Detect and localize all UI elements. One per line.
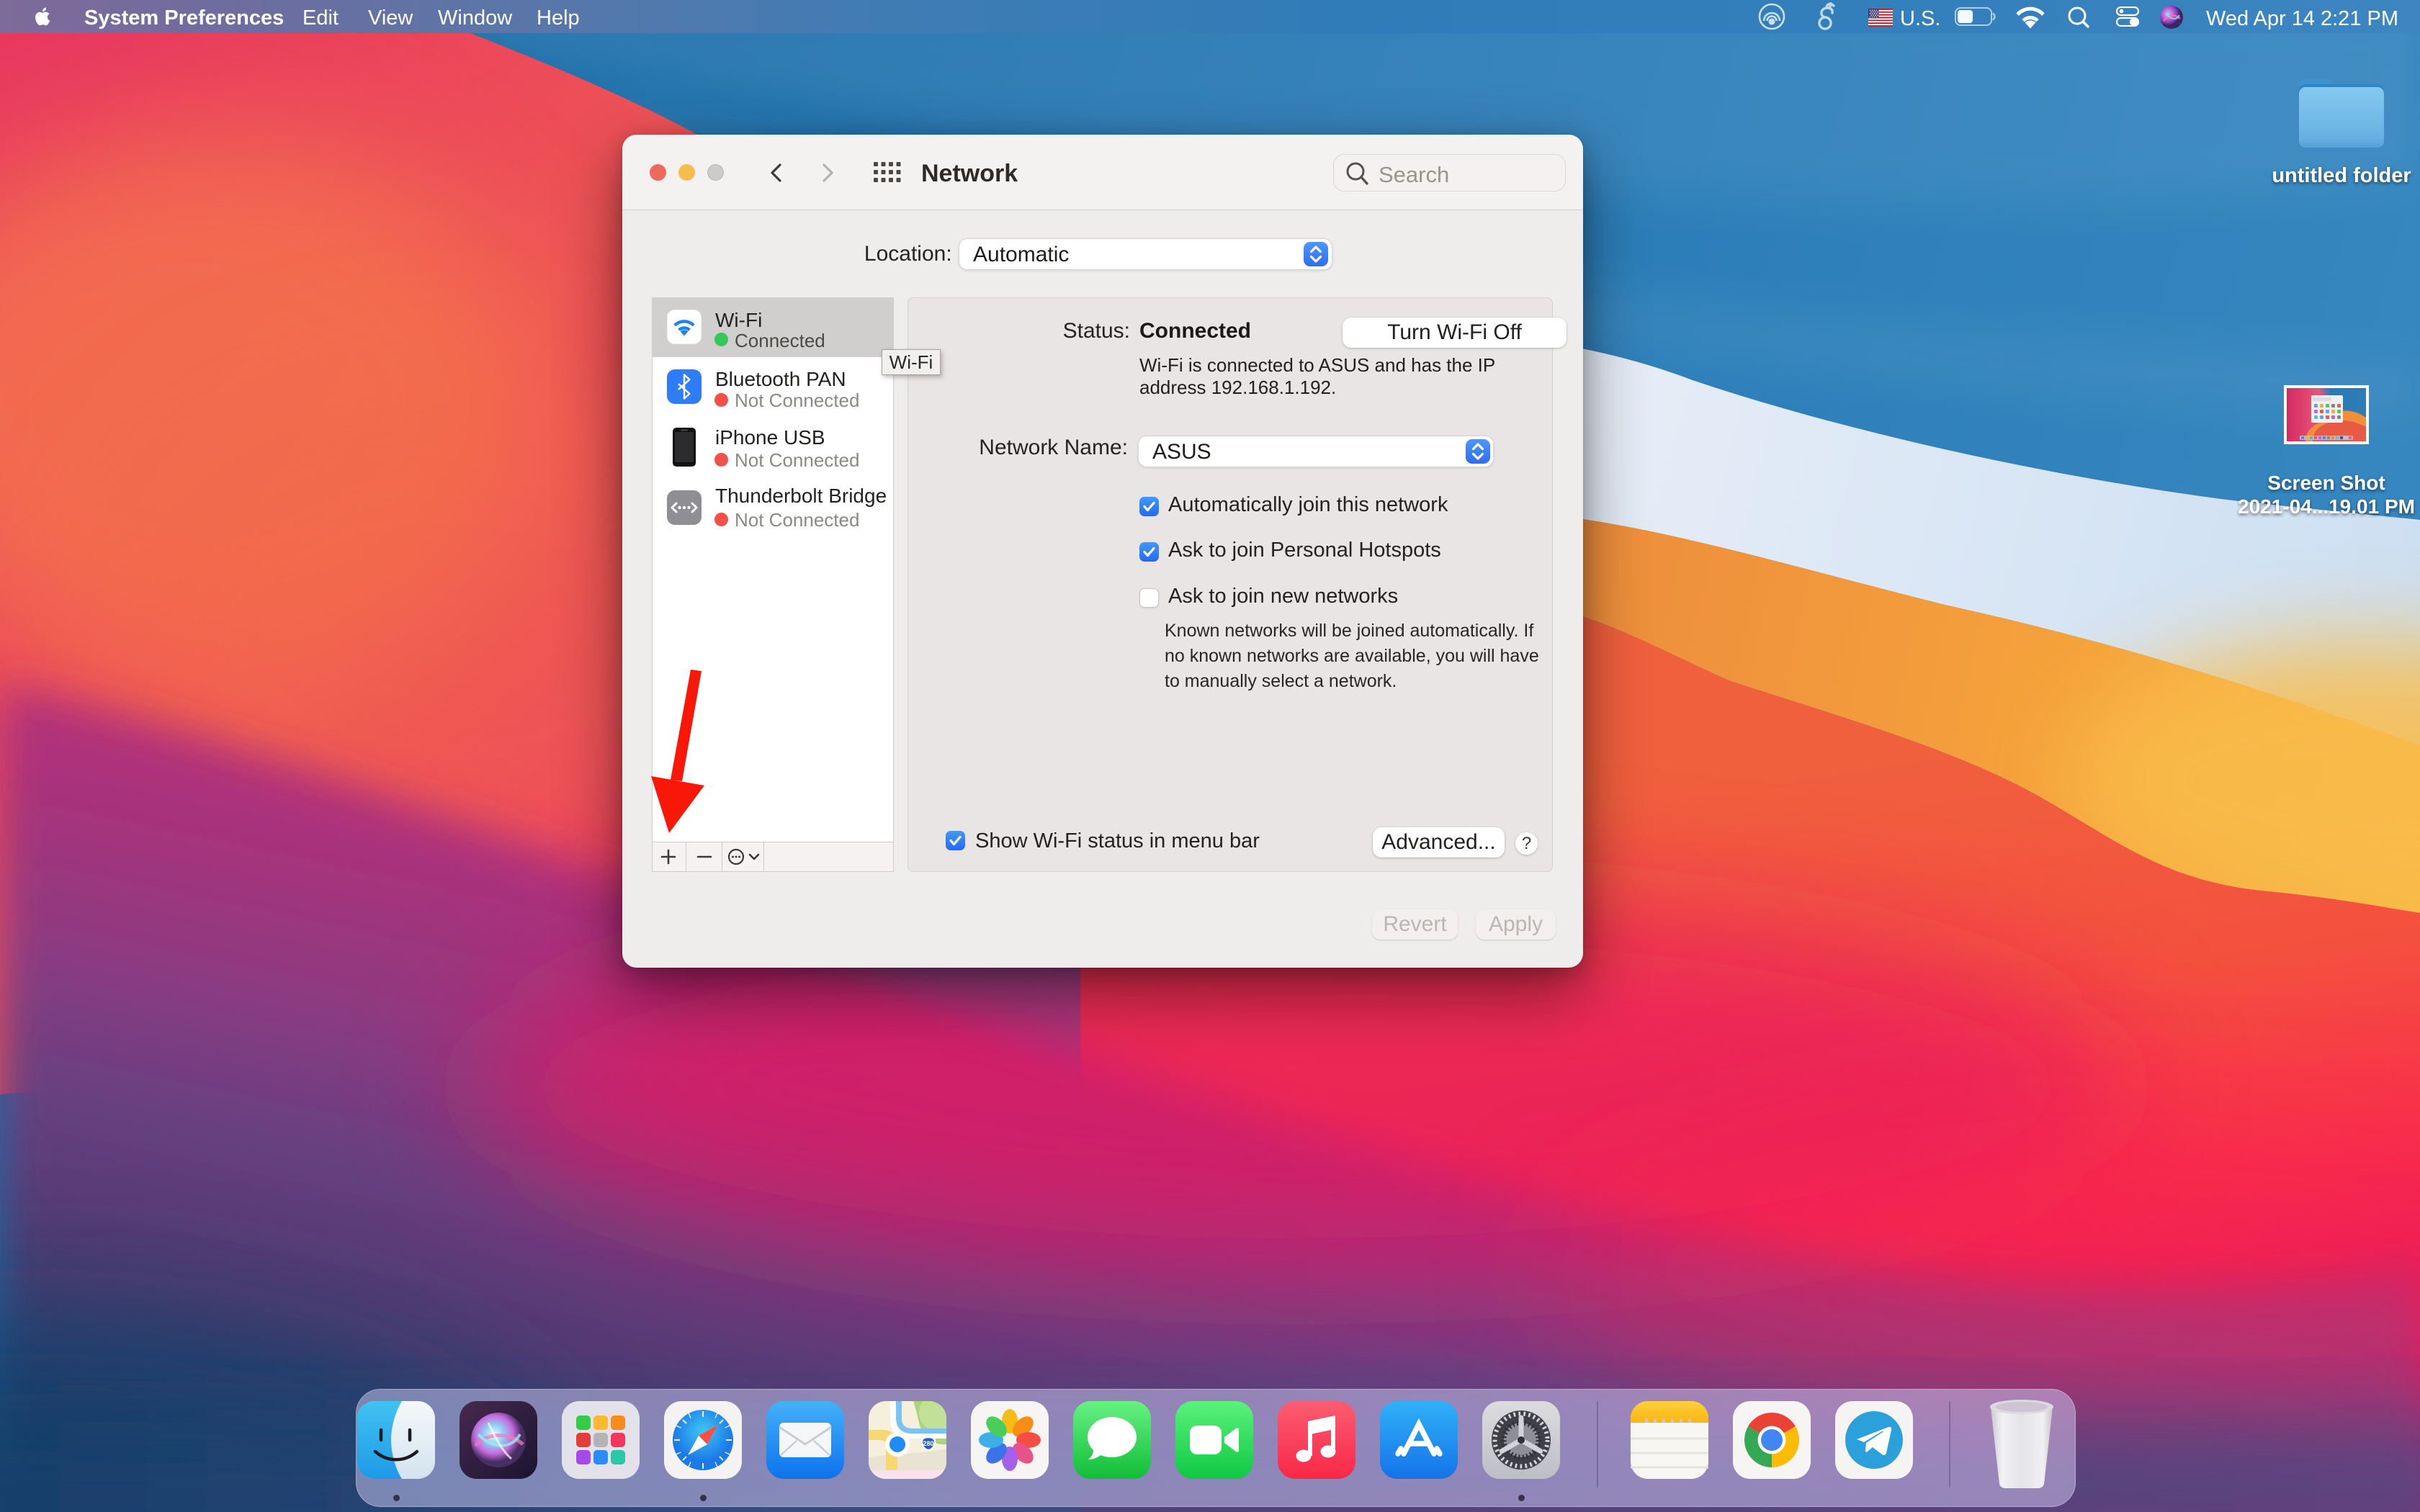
svg-text:280: 280 <box>923 1440 933 1447</box>
